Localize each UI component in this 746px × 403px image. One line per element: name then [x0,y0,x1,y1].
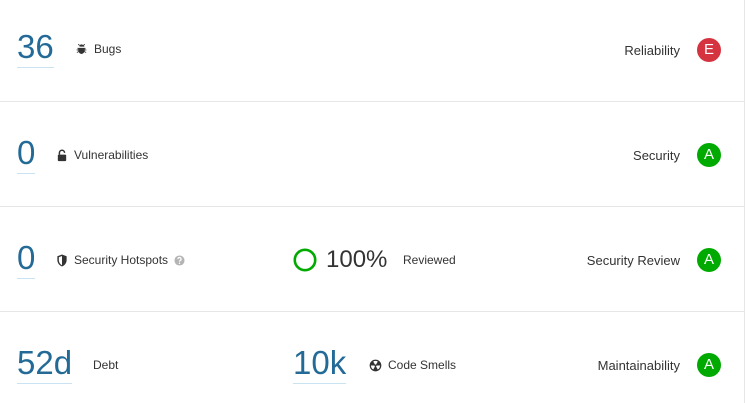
reviewed-label: Reviewed [403,253,456,267]
security-review-rating-badge[interactable]: A [697,248,721,272]
vulnerabilities-label-text: Vulnerabilities [74,148,149,162]
vulnerabilities-label: Vulnerabilities [55,148,148,162]
security-hotspots-label: Security Hotspots [55,253,185,267]
bugs-count-link[interactable]: 36 [17,29,54,68]
help-icon[interactable] [174,254,185,266]
code-smells-label: Code Smells [369,358,456,372]
bugs-label: Bugs [75,42,121,56]
maintainability-row: 52d Debt 10k Code Smells Maintainability… [0,312,745,403]
code-smells-count-link[interactable]: 10k [293,345,347,384]
security-review-row: 0 Security Hotspots 100% Reviewed Securi… [0,207,745,312]
bug-icon [75,43,88,56]
shield-icon [55,253,68,267]
reliability-label: Reliability [624,43,680,58]
security-rating-badge[interactable]: A [697,143,721,167]
security-label: Security [633,148,680,163]
security-hotspots-label-text: Security Hotspots [74,253,169,267]
reviewed-percent[interactable]: 100% [326,247,387,273]
reviewed-progress-ring [293,248,317,272]
reliability-rating-badge[interactable]: E [697,38,721,62]
security-row: 0 Vulnerabilities Security A [0,102,745,207]
lock-icon [55,149,68,162]
code-smells-label-text: Code Smells [388,358,457,372]
debt-label: Debt [93,358,119,372]
security-hotspots-count-link[interactable]: 0 [17,240,36,279]
code-smell-icon [369,359,382,372]
maintainability-label: Maintainability [597,358,680,373]
reliability-row: 36 Bugs Reliability E [0,0,745,102]
bugs-label-text: Bugs [94,42,122,56]
measures-panel: 36 Bugs Reliability E 0 Vulnerabilities … [0,0,745,403]
vulnerabilities-count-link[interactable]: 0 [17,135,36,174]
security-review-label: Security Review [586,253,680,268]
maintainability-rating-badge[interactable]: A [697,353,721,377]
debt-link[interactable]: 52d [17,345,73,384]
